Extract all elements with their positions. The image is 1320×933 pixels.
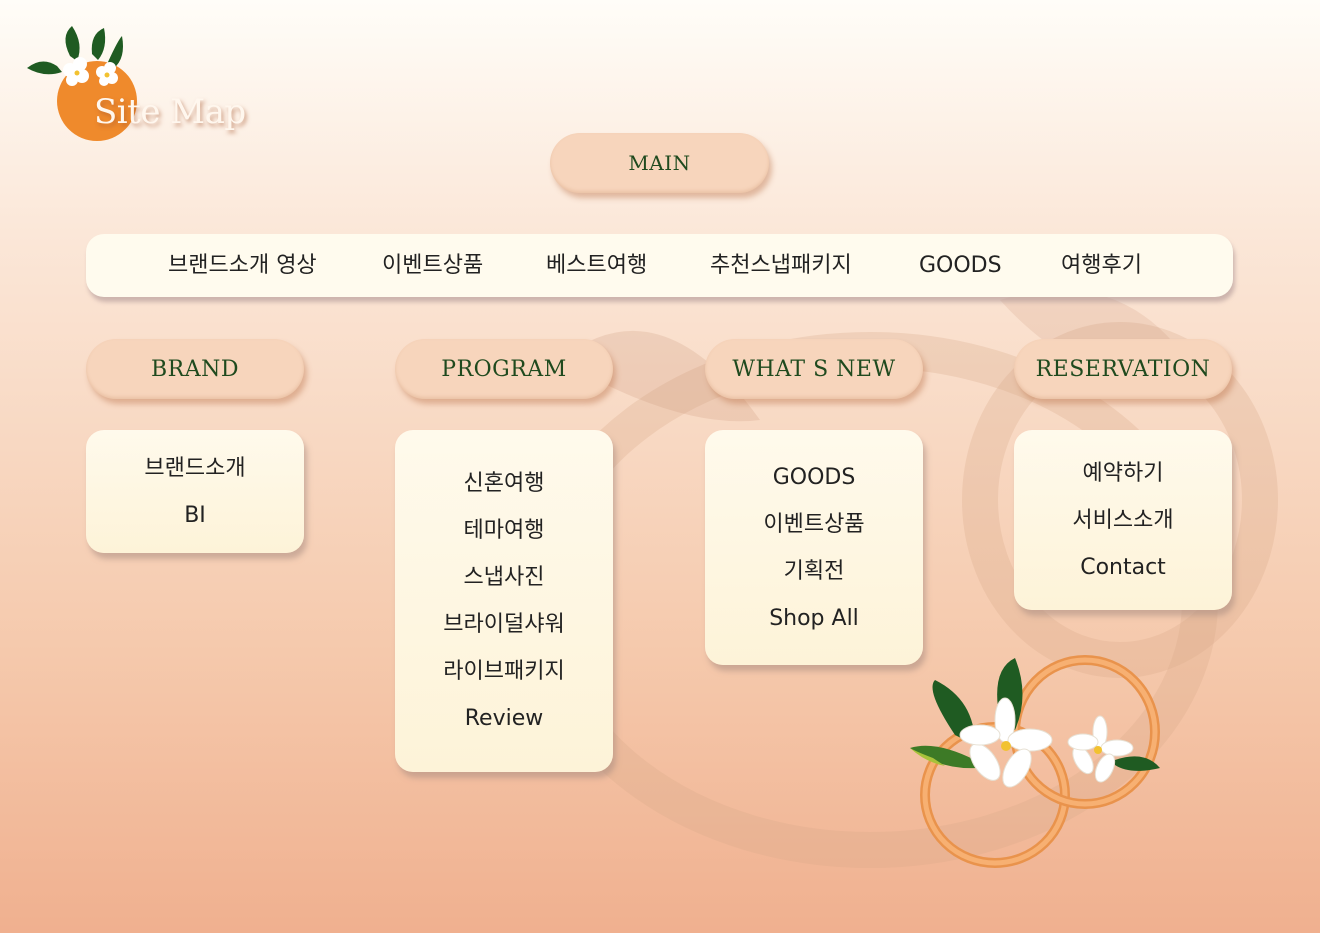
list-item: 신혼여행 <box>463 471 545 496</box>
section-brand-label: BRAND <box>86 339 304 399</box>
rings-flowers-icon <box>910 655 1160 868</box>
whats-new-card: GOODS 이벤트상품 기획전 Shop All <box>705 430 923 665</box>
list-item: Contact <box>1080 554 1166 580</box>
list-item: 스냅사진 <box>463 565 545 590</box>
list-item: Shop All <box>769 605 859 631</box>
brand-card: 브랜드소개 BI <box>86 430 304 553</box>
nav-item-event-goods: 이벤트상품 <box>382 253 484 278</box>
main-node: MAIN <box>550 133 769 193</box>
list-item: 테마여행 <box>463 518 545 543</box>
section-reservation-label: RESERVATION <box>1014 339 1232 399</box>
section-program-label: PROGRAM <box>395 339 613 399</box>
nav-item-best-travel: 베스트여행 <box>546 253 648 278</box>
nav-item-review: 여행후기 <box>1061 253 1142 278</box>
list-item: 기획전 <box>783 558 845 584</box>
list-item: 라이브패키지 <box>443 659 565 684</box>
nav-item-brand-video: 브랜드소개 영상 <box>168 253 317 278</box>
list-item: 브라이덜샤워 <box>443 612 565 637</box>
main-menu-bar: 브랜드소개 영상 이벤트상품 베스트여행 추천스냅패키지 GOODS 여행후기 <box>86 234 1233 297</box>
list-item: 이벤트상품 <box>763 511 865 537</box>
page-title: Site Map <box>94 92 246 132</box>
list-item: Review <box>464 706 544 731</box>
list-item: 예약하기 <box>1082 460 1164 486</box>
list-item: 서비스소개 <box>1072 507 1174 533</box>
nav-item-goods: GOODS <box>919 253 1002 278</box>
reservation-card: 예약하기 서비스소개 Contact <box>1014 430 1232 610</box>
list-item: 브랜드소개 <box>144 455 246 481</box>
list-item: GOODS <box>772 464 856 490</box>
nav-item-snap-package: 추천스냅패키지 <box>710 253 852 278</box>
orange-flower-logo-icon <box>27 26 137 141</box>
program-card: 신혼여행 테마여행 스냅사진 브라이덜샤워 라이브패키지 Review <box>395 430 613 772</box>
section-whats-new-label: WHAT S NEW <box>705 339 923 399</box>
list-item: BI <box>184 502 206 528</box>
